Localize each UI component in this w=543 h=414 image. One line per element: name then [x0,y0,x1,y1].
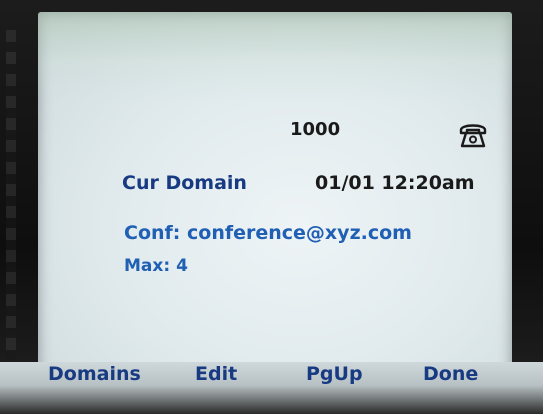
edit-softkey[interactable]: Edit [195,365,237,384]
phone-screen [38,12,512,400]
max-participants: Max: 4 [124,256,188,276]
bezel-edge [6,30,16,360]
phone-icon [459,124,487,148]
date-time: 01/01 12:20am [315,172,475,194]
phone-bezel: 1000 Cur Domain 01/01 12:20am Conf: conf… [0,0,543,414]
conference-address: Conf: conference@xyz.com [124,222,412,244]
domains-softkey[interactable]: Domains [48,365,141,384]
page-up-softkey[interactable]: PgUp [306,365,363,384]
extension-number: 1000 [290,119,341,140]
current-domain-label: Cur Domain [122,172,247,194]
done-softkey[interactable]: Done [423,365,478,384]
screen-glare [38,12,512,102]
